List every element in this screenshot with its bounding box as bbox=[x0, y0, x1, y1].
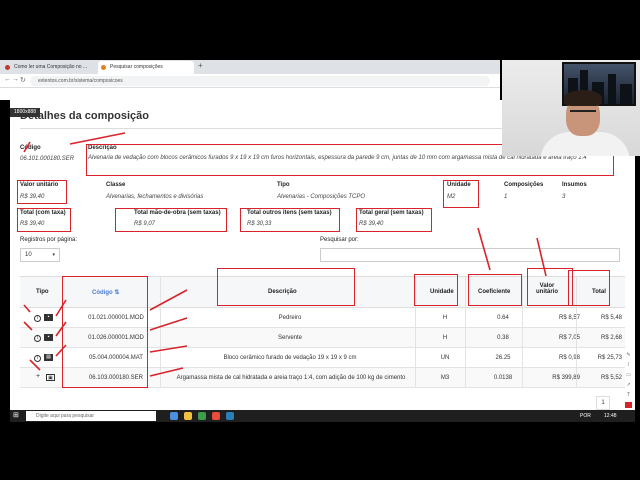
th-tipo[interactable]: Tipo bbox=[36, 289, 49, 295]
row-total: R$ 5,52 bbox=[600, 375, 622, 381]
row-descricao: Argamassa mista de cal hidratada e areia… bbox=[176, 375, 406, 381]
annotation-box bbox=[414, 274, 458, 306]
row-total: R$ 5,48 bbox=[600, 315, 622, 321]
column-divider bbox=[522, 276, 523, 388]
letterbox-top bbox=[0, 0, 640, 60]
row-unidade: H bbox=[442, 315, 448, 321]
presenter-hair bbox=[564, 90, 602, 106]
webcam-overlay bbox=[502, 60, 640, 156]
expand-icon[interactable]: + bbox=[36, 373, 40, 380]
windows-start-icon[interactable]: ⊞ bbox=[13, 412, 21, 420]
color-swatch[interactable] bbox=[625, 402, 632, 408]
row-unidade: H bbox=[442, 335, 448, 341]
annotation-box bbox=[17, 180, 67, 204]
composition-icon: ▣ bbox=[46, 374, 55, 381]
arrow-icon[interactable]: ↗ bbox=[625, 382, 632, 388]
row-descricao: Pedreiro bbox=[278, 315, 302, 321]
row-descricao: Bloco cerâmico furado de vedação 19 x 19… bbox=[223, 355, 357, 361]
rectangle-icon[interactable]: ▭ bbox=[625, 372, 632, 378]
insumos-label: Insumos bbox=[562, 182, 587, 188]
insumos-value: 3 bbox=[562, 194, 566, 200]
line-icon[interactable]: / bbox=[625, 362, 632, 368]
annotation-box bbox=[527, 268, 573, 306]
browser-tab-1[interactable]: Como ler uma Composição no ... bbox=[2, 61, 98, 74]
search-input[interactable] bbox=[320, 248, 620, 262]
row-descricao: Servente bbox=[277, 335, 302, 341]
row-unidade: UN bbox=[440, 355, 450, 361]
letterbox-bottom bbox=[0, 422, 640, 480]
annotation-box bbox=[17, 208, 71, 232]
reload-icon[interactable]: ↻ bbox=[20, 76, 26, 84]
language-indicator: POR bbox=[580, 413, 591, 419]
annotation-box bbox=[115, 208, 227, 232]
taskbar-search-input[interactable]: Digite aqui para pesquisar bbox=[26, 411, 156, 421]
worker-icon: ▪ bbox=[44, 334, 53, 341]
info-icon[interactable]: i bbox=[34, 355, 41, 362]
back-icon[interactable]: ← bbox=[4, 76, 11, 83]
classe-label: Classe bbox=[106, 182, 126, 188]
resolution-badge: 1800x888 bbox=[10, 108, 40, 117]
browser-tab-2[interactable]: Pesquisar composições bbox=[98, 61, 194, 74]
pen-icon[interactable]: ✎ bbox=[625, 352, 632, 358]
annotation-box bbox=[217, 268, 355, 306]
pesquisar-label: Pesquisar por: bbox=[320, 237, 359, 243]
info-icon[interactable]: i bbox=[34, 335, 41, 342]
bookmarks-bar bbox=[0, 88, 500, 100]
chrome-icon[interactable] bbox=[212, 412, 220, 420]
annotation-box bbox=[240, 208, 340, 232]
annotation-box bbox=[568, 270, 610, 306]
row-total: R$ 25,73 bbox=[597, 355, 622, 361]
column-divider bbox=[465, 276, 466, 388]
url-input[interactable]: extentos.com.br/sistema/composicoes bbox=[30, 76, 490, 86]
row-total: R$ 2,68 bbox=[600, 335, 622, 341]
browser-tabstrip: Como ler uma Composição no ... Pesquisar… bbox=[0, 60, 500, 74]
pagination-page-1[interactable]: 1 bbox=[596, 396, 610, 410]
annotation-box bbox=[468, 274, 522, 306]
tipo-label: Tipo bbox=[277, 182, 290, 188]
row-valor: R$ 399,89 bbox=[552, 375, 580, 381]
new-tab-button[interactable]: + bbox=[198, 61, 203, 70]
worker-icon: ▪ bbox=[44, 314, 53, 321]
glasses bbox=[570, 110, 596, 116]
composicoes-value: 1 bbox=[504, 194, 508, 200]
codigo-label: Código bbox=[20, 145, 41, 151]
registros-select[interactable]: 10 ▾ bbox=[20, 248, 60, 262]
forward-icon[interactable]: → bbox=[12, 76, 19, 83]
tipo-value: Alvenarias - Composições TCPO bbox=[277, 194, 366, 200]
annotation-box bbox=[62, 276, 148, 388]
text-icon[interactable]: T bbox=[625, 392, 632, 398]
tab-favicon-icon bbox=[5, 65, 10, 70]
tab-favicon-icon bbox=[101, 65, 106, 70]
registros-label: Registros por página: bbox=[20, 237, 78, 243]
screen: Como ler uma Composição no ... Pesquisar… bbox=[0, 0, 640, 480]
row-valor: R$ 8,57 bbox=[558, 315, 580, 321]
windows-taskbar: ⊞ Digite aqui para pesquisar POR 12:48 bbox=[10, 410, 635, 422]
material-icon: ▤ bbox=[44, 354, 53, 361]
row-unidade: M3 bbox=[440, 375, 450, 381]
chevron-down-icon: ▾ bbox=[52, 252, 55, 258]
annotation-box bbox=[356, 208, 432, 232]
info-icon[interactable]: i bbox=[34, 315, 41, 322]
app-icon[interactable] bbox=[226, 412, 234, 420]
address-bar: ← → ↻ extentos.com.br/sistema/composicoe… bbox=[0, 74, 500, 88]
row-valor: R$ 0,98 bbox=[558, 355, 580, 361]
annotation-box bbox=[443, 180, 479, 208]
composicoes-label: Composições bbox=[504, 182, 544, 188]
clock: 12:48 bbox=[604, 413, 617, 419]
taskview-icon[interactable] bbox=[170, 412, 178, 420]
annotation-toolbar: ✎ / ▭ ↗ T bbox=[624, 350, 634, 422]
excel-icon[interactable] bbox=[198, 412, 206, 420]
row-valor: R$ 7,05 bbox=[558, 335, 580, 341]
folder-icon[interactable] bbox=[184, 412, 192, 420]
column-divider bbox=[160, 276, 161, 388]
codigo-value: 06.101.000180.SER bbox=[20, 156, 75, 162]
classe-value: Alvenarias, fechamentos e divisórias bbox=[106, 194, 204, 200]
